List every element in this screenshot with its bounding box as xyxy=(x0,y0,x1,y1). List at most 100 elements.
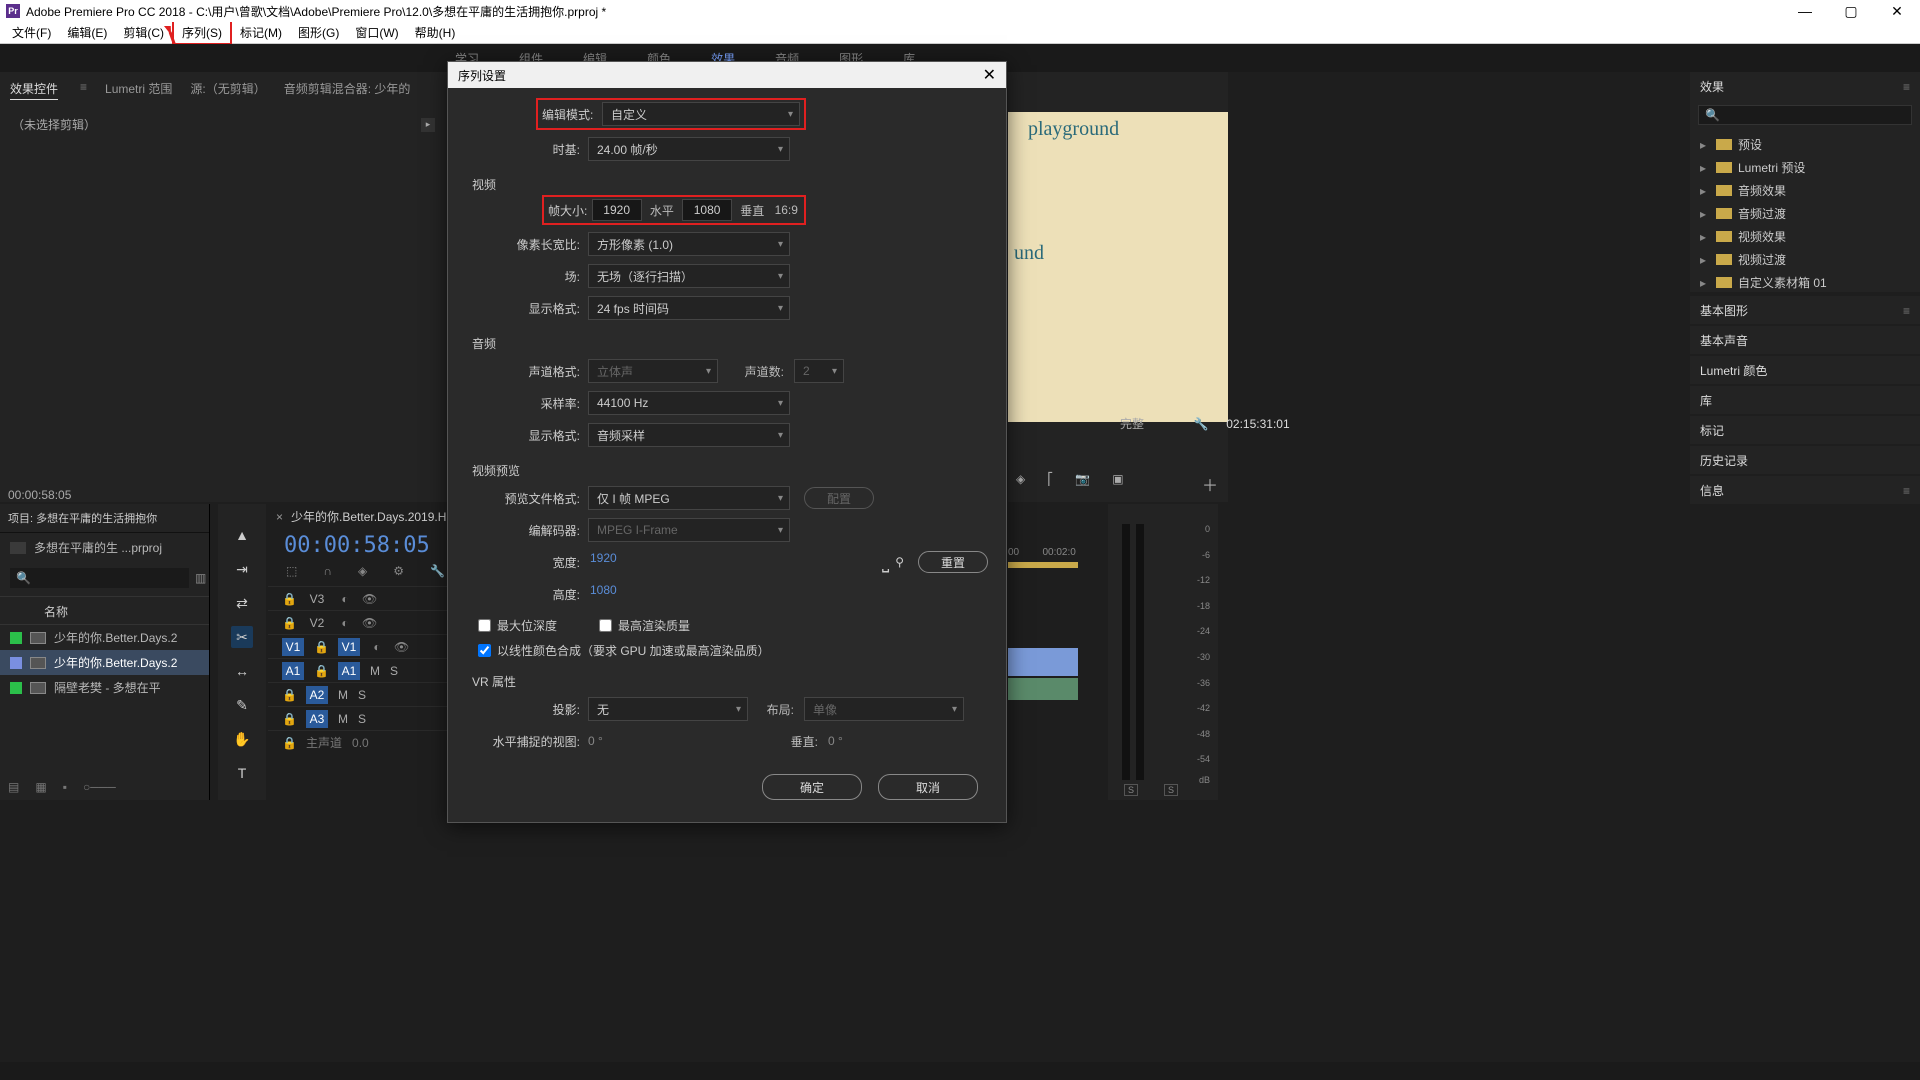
snap-icon[interactable]: ⬚ xyxy=(286,564,297,578)
track-v3[interactable]: V3 xyxy=(306,592,328,606)
track-a1[interactable]: A1 xyxy=(338,662,360,680)
menu-window[interactable]: 窗口(W) xyxy=(347,22,406,43)
info-panel[interactable]: 信息≡ xyxy=(1690,476,1920,504)
in-point-icon[interactable]: ⎡ xyxy=(1047,472,1053,496)
dialog-close-icon[interactable]: ✕ xyxy=(983,65,996,85)
par-select[interactable]: 方形像素 (1.0) xyxy=(588,232,790,256)
video-display-format-select[interactable]: 24 fps 时间码 xyxy=(588,296,790,320)
menu-marker[interactable]: 标记(M) xyxy=(232,22,290,43)
src-a1[interactable]: A1 xyxy=(282,662,304,680)
selection-tool[interactable]: ▲ xyxy=(231,524,253,546)
export-frame-icon[interactable]: ▣ xyxy=(1112,472,1123,496)
add-marker-icon[interactable]: ◈ xyxy=(1016,472,1025,496)
solo-r[interactable]: S xyxy=(1164,784,1178,796)
hand-tool[interactable]: ✋ xyxy=(231,728,253,750)
essential-sound-panel[interactable]: 基本声音 xyxy=(1690,326,1920,354)
maximize-button[interactable]: ▢ xyxy=(1828,0,1874,22)
camera-icon[interactable]: 📷 xyxy=(1075,472,1090,496)
audio-clip[interactable] xyxy=(1008,678,1078,700)
tab-audio-mixer[interactable]: 音频剪辑混合器: 少年的 xyxy=(284,80,411,100)
tab-effect-controls[interactable]: 效果控件 xyxy=(10,80,58,100)
effects-folder[interactable]: ▸预设 xyxy=(1698,133,1912,156)
marker-icon[interactable]: ◈ xyxy=(358,564,367,578)
effects-folder[interactable]: ▸视频效果 xyxy=(1698,225,1912,248)
razor-tool[interactable]: ✂ xyxy=(231,626,253,648)
master-track[interactable]: 主声道 xyxy=(306,734,342,751)
track-a3[interactable]: A3 xyxy=(306,710,328,728)
slip-tool[interactable]: ↔ xyxy=(231,660,253,682)
track-v2[interactable]: V2 xyxy=(306,616,328,630)
pen-tool[interactable]: ✎ xyxy=(231,694,253,716)
effects-folder[interactable]: ▸自定义素材箱 01 xyxy=(1698,271,1912,294)
chevron-right-icon[interactable]: ▸ xyxy=(421,118,435,132)
ripple-edit-tool[interactable]: ⇄ xyxy=(231,592,253,614)
effects-folder[interactable]: ▸视频过渡 xyxy=(1698,248,1912,271)
menu-help[interactable]: 帮助(H) xyxy=(407,22,464,43)
work-area-bar[interactable] xyxy=(1008,562,1078,568)
max-render-quality-checkbox[interactable]: 最高渲染质量 xyxy=(599,617,690,634)
preview-height-value[interactable]: 1080 xyxy=(588,583,638,605)
frame-height-input[interactable] xyxy=(682,199,732,221)
timebase-select[interactable]: 24.00 帧/秒 xyxy=(588,137,790,161)
lumetri-color-panel[interactable]: Lumetri 颜色 xyxy=(1690,356,1920,384)
ok-button[interactable]: 确定 xyxy=(762,774,862,800)
max-bit-depth-checkbox[interactable]: 最大位深度 xyxy=(478,617,557,634)
linear-color-checkbox[interactable]: 以线性颜色合成（要求 GPU 加速或最高渲染品质） xyxy=(478,642,988,659)
menu-file[interactable]: 文件(F) xyxy=(4,22,59,43)
icon-view-icon[interactable]: ▦ xyxy=(35,780,46,794)
sequence-tab[interactable]: 少年的你.Better.Days.2019.HD xyxy=(291,508,455,525)
freeform-view-icon[interactable]: ▪ xyxy=(63,780,67,794)
bin-icon[interactable]: ▥ xyxy=(195,571,206,585)
track-v1[interactable]: V1 xyxy=(338,638,360,656)
tab-lumetri-scopes[interactable]: Lumetri 范围 xyxy=(105,80,172,100)
minimize-button[interactable]: — xyxy=(1782,0,1828,22)
libraries-panel[interactable]: 库 xyxy=(1690,386,1920,414)
effects-folder[interactable]: ▸音频过渡 xyxy=(1698,202,1912,225)
wrench-icon[interactable]: 🔧 xyxy=(430,564,445,578)
effects-folder[interactable]: ▸音频效果 xyxy=(1698,179,1912,202)
settings-icon[interactable]: ⚙ xyxy=(393,564,404,578)
link-icon[interactable]: ⎵ xyxy=(882,552,889,573)
effects-folder[interactable]: ▸Lumetri 预设 xyxy=(1698,156,1912,179)
panel-menu-icon[interactable]: ≡ xyxy=(80,80,87,100)
close-button[interactable]: ✕ xyxy=(1874,0,1920,22)
link-chain-icon[interactable]: ⚲ xyxy=(895,555,904,569)
close-tab-icon[interactable]: × xyxy=(276,510,283,524)
projection-select[interactable]: 无 xyxy=(588,697,748,721)
video-clip[interactable] xyxy=(1008,648,1078,676)
field-select[interactable]: 无场（逐行扫描） xyxy=(588,264,790,288)
menu-edit[interactable]: 编辑(E) xyxy=(59,22,115,43)
sample-rate-select[interactable]: 44100 Hz xyxy=(588,391,790,415)
track-a2[interactable]: A2 xyxy=(306,686,328,704)
menu-clip[interactable]: 剪辑(C) xyxy=(115,22,172,43)
tab-source[interactable]: 源:（无剪辑） xyxy=(190,80,265,100)
type-tool[interactable]: T xyxy=(231,762,253,784)
track-select-tool[interactable]: ⇥ xyxy=(231,558,253,580)
reset-button[interactable]: 重置 xyxy=(918,551,988,573)
effects-search-input[interactable] xyxy=(1698,105,1912,125)
preview-width-value[interactable]: 1920 xyxy=(588,551,638,573)
menu-graphics[interactable]: 图形(G) xyxy=(290,22,347,43)
button-editor-icon[interactable]: ＋ xyxy=(1202,472,1218,496)
zoom-slider[interactable]: ○─── xyxy=(83,780,116,794)
menu-sequence[interactable]: 序列(S) xyxy=(172,20,232,45)
preview-format-select[interactable]: 仅 I 帧 MPEG xyxy=(588,486,790,510)
project-search-input[interactable] xyxy=(10,568,189,588)
cancel-button[interactable]: 取消 xyxy=(878,774,978,800)
preview-section: 视频预览 xyxy=(472,462,988,479)
linked-sel-icon[interactable]: ∩ xyxy=(323,564,332,578)
audio-display-format-select[interactable]: 音频采样 xyxy=(588,423,790,447)
project-tab[interactable]: 项目: 多想在平庸的生活拥抱你 xyxy=(0,504,209,533)
essential-graphics-panel[interactable]: 基本图形≡ xyxy=(1690,296,1920,324)
history-panel[interactable]: 历史记录 xyxy=(1690,446,1920,474)
edit-mode-select[interactable]: 自定义 xyxy=(602,102,800,126)
list-view-icon[interactable]: ▤ xyxy=(8,780,19,794)
project-column-name[interactable]: 名称 xyxy=(0,596,209,625)
panel-menu-icon[interactable]: ≡ xyxy=(1903,80,1910,94)
src-v1[interactable]: V1 xyxy=(282,638,304,656)
wrench-icon[interactable]: 🔧 xyxy=(1194,417,1209,431)
frame-width-input[interactable] xyxy=(592,199,642,221)
markers-panel[interactable]: 标记 xyxy=(1690,416,1920,444)
solo-l[interactable]: S xyxy=(1124,784,1138,796)
window-title: Adobe Premiere Pro CC 2018 - C:\用户\曾歌\文档… xyxy=(26,3,606,20)
